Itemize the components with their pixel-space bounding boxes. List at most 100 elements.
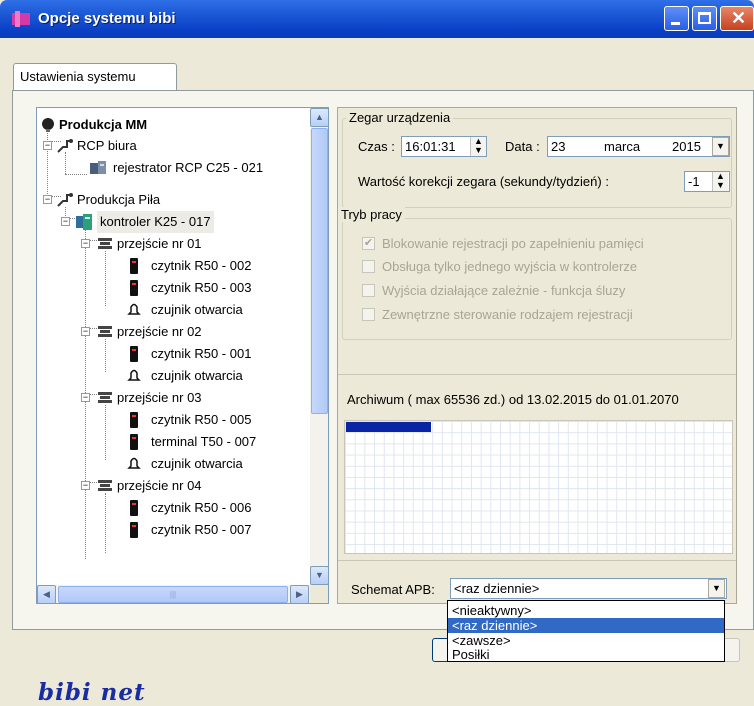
tree-connector xyxy=(105,251,106,306)
collapse-icon[interactable]: − xyxy=(61,217,70,226)
chevron-down-icon: ▼ xyxy=(716,141,725,151)
checkbox-box[interactable]: ✔ xyxy=(362,237,375,250)
close-button[interactable]: ✕ xyxy=(720,6,754,31)
spinner-down-icon: ▼ xyxy=(716,180,725,190)
tab-ustawienia-systemu[interactable]: Ustawienia systemu xyxy=(13,63,177,91)
time-label: Czas : xyxy=(358,139,395,154)
apb-option-nieaktywny[interactable]: <nieaktywny> xyxy=(448,603,724,618)
separator xyxy=(338,560,736,561)
correction-label: Wartość korekcji zegara (sekundy/tydzień… xyxy=(358,174,609,189)
apb-dropdown-list[interactable]: <nieaktywny> <raz dziennie> <zawsze> Pos… xyxy=(447,600,725,662)
mode-group-title: Tryb pracy xyxy=(338,207,405,222)
apb-selected-value: <raz dziennie> xyxy=(454,581,540,596)
time-value: 16:01:31 xyxy=(405,139,456,154)
tree-horizontal-scrollbar[interactable]: ◀ ||| ▶ xyxy=(37,585,310,603)
tree-vertical-scrollbar[interactable]: ▲ ▼ xyxy=(310,108,328,585)
archive-grid xyxy=(344,420,733,554)
bell-icon xyxy=(127,457,141,469)
reader-icon xyxy=(130,258,138,274)
reader-icon xyxy=(130,346,138,362)
collapse-icon[interactable]: − xyxy=(81,239,90,248)
passage-icon xyxy=(98,480,112,491)
date-year: 2015 xyxy=(672,139,701,154)
reader-icon xyxy=(130,522,138,538)
terminal-icon xyxy=(130,434,138,450)
controller-icon xyxy=(76,214,92,230)
chevron-left-icon: ◀ xyxy=(43,589,50,599)
time-spinner[interactable]: ▲ ▼ xyxy=(470,137,486,156)
grip-icon: ||| xyxy=(169,590,177,599)
settings-panel: Zegar urządzenia Czas : 16:01:31 ▲ ▼ Data… xyxy=(337,107,737,604)
tree-connector xyxy=(65,152,66,174)
window-title: Opcje systemu bibi xyxy=(38,10,176,27)
reader-icon xyxy=(130,280,138,296)
chevron-up-icon: ▲ xyxy=(315,112,324,122)
scroll-thumb-horizontal[interactable]: ||| xyxy=(58,586,288,603)
clock-group xyxy=(342,118,732,208)
spinner-down-icon: ▼ xyxy=(474,145,483,155)
bell-icon xyxy=(127,369,141,381)
scroll-corner xyxy=(310,585,328,603)
time-field[interactable]: 16:01:31 ▲ ▼ xyxy=(401,136,487,157)
scroll-down-button[interactable]: ▼ xyxy=(310,566,328,585)
maximize-icon xyxy=(698,12,711,24)
clock-group-title: Zegar urządzenia xyxy=(346,110,454,125)
close-icon: ✕ xyxy=(731,8,747,28)
apb-option-posilki[interactable]: Posiłki xyxy=(448,647,724,662)
passage-icon xyxy=(98,238,112,249)
reader-icon xyxy=(130,500,138,516)
collapse-icon[interactable]: − xyxy=(81,481,90,490)
tree-connector xyxy=(105,405,106,460)
chevron-right-icon: ▶ xyxy=(296,589,303,599)
maximize-button[interactable] xyxy=(692,6,717,31)
collapse-icon[interactable]: − xyxy=(81,327,90,336)
app-icon xyxy=(12,11,30,27)
apb-dropdown-button[interactable]: ▼ xyxy=(708,579,725,598)
checkbox-box[interactable] xyxy=(362,308,375,321)
correction-spinner[interactable]: ▲ ▼ xyxy=(712,172,728,191)
apb-select[interactable]: <raz dziennie> ▼ xyxy=(450,578,727,599)
correction-value: -1 xyxy=(688,174,700,189)
bell-icon xyxy=(127,303,141,315)
tab-label: Ustawienia systemu xyxy=(20,69,136,84)
separator xyxy=(338,374,736,375)
collapse-icon[interactable]: − xyxy=(43,195,52,204)
bulb-icon xyxy=(42,118,54,132)
tree-connector xyxy=(65,174,87,175)
date-picker-button[interactable]: ▼ xyxy=(712,137,729,156)
logo: bibi net xyxy=(38,679,146,706)
apb-option-zawsze[interactable]: <zawsze> xyxy=(448,633,724,648)
passage-icon xyxy=(98,326,112,337)
date-month: marca xyxy=(604,139,641,154)
scroll-thumb[interactable] xyxy=(311,128,328,414)
network-icon xyxy=(57,139,73,153)
date-field[interactable]: 23 marca 2015 ▼ xyxy=(547,136,730,157)
checkbox-box[interactable] xyxy=(362,260,375,273)
correction-field[interactable]: -1 ▲ ▼ xyxy=(684,171,730,192)
date-day: 23 xyxy=(551,139,566,154)
minimize-icon xyxy=(671,22,680,25)
scroll-up-button[interactable]: ▲ xyxy=(310,108,328,127)
reader-icon xyxy=(130,412,138,428)
scroll-right-button[interactable]: ▶ xyxy=(290,585,309,603)
tree-connector xyxy=(105,339,106,372)
chevron-down-icon: ▼ xyxy=(712,583,721,593)
date-label: Data : xyxy=(505,139,540,154)
archive-usage-fill xyxy=(346,422,431,432)
scroll-left-button[interactable]: ◀ xyxy=(37,585,56,603)
archive-label: Archiwum ( max 65536 zd.) od 13.02.2015 … xyxy=(347,392,679,407)
chevron-down-icon: ▼ xyxy=(315,570,324,580)
passage-icon xyxy=(98,392,112,403)
collapse-icon[interactable]: − xyxy=(43,141,52,150)
tree-connector xyxy=(105,493,106,553)
apb-label: Schemat APB: xyxy=(351,582,435,597)
apb-option-raz-dziennie[interactable]: <raz dziennie> xyxy=(448,618,724,633)
recorder-icon xyxy=(90,161,106,174)
check-icon: ✔ xyxy=(363,237,374,249)
checkbox-box[interactable] xyxy=(362,284,375,297)
collapse-icon[interactable]: − xyxy=(81,393,90,402)
network-icon xyxy=(57,193,73,207)
minimize-button[interactable] xyxy=(664,6,689,31)
title-bar[interactable]: Opcje systemu bibi ✕ xyxy=(0,0,754,38)
device-tree[interactable]: Produkcja MM − RCP biura rejestrator RCP… xyxy=(36,107,329,604)
